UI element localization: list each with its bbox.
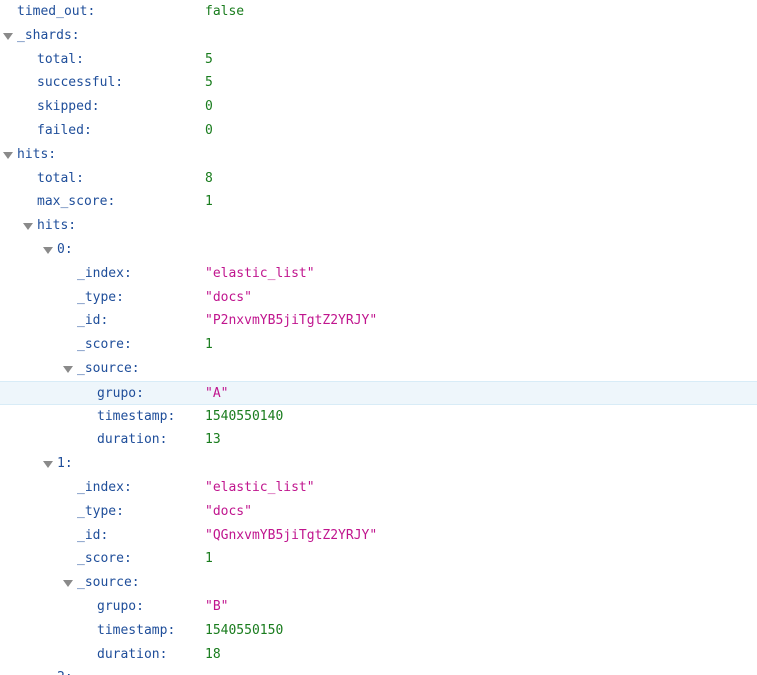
json-key[interactable]: _source:	[77, 571, 140, 595]
json-key: successful:	[37, 75, 124, 91]
json-row-hits-array[interactable]: hits:	[0, 214, 757, 238]
json-value: "B"	[205, 598, 229, 614]
json-value: "elastic_list"	[205, 479, 315, 495]
collapse-arrow-icon[interactable]	[63, 580, 73, 588]
json-value: false	[205, 4, 245, 19]
json-row-shards-failed: failed: 0	[0, 119, 757, 143]
json-value: 1540550140	[205, 408, 284, 424]
json-value: "docs"	[205, 289, 252, 305]
collapse-arrow-icon[interactable]	[23, 223, 33, 231]
json-row-hits-total: total: 8	[0, 167, 757, 191]
json-value: 0	[205, 122, 213, 138]
json-key[interactable]: 2:	[57, 666, 73, 675]
json-row-hit-1-index: _index: "elastic_list"	[0, 476, 757, 500]
json-row-hit-1-grupo: grupo: "B"	[0, 595, 757, 619]
json-row-shards-total: total: 5	[0, 48, 757, 72]
json-key: duration:	[97, 432, 168, 448]
json-value: "A"	[205, 385, 229, 401]
json-row-hit-0[interactable]: 0:	[0, 238, 757, 262]
json-row-hit-0-type: _type: "docs"	[0, 286, 757, 310]
json-row-hit-0-grupo: grupo: "A"	[0, 380, 757, 405]
json-row-hit-1-timestamp: timestamp: 1540550150	[0, 619, 757, 643]
json-row-timed-out: timed_out: false	[0, 0, 757, 24]
json-key: timestamp:	[97, 408, 176, 424]
json-key: total:	[37, 170, 84, 186]
json-value: 18	[205, 646, 221, 662]
json-value: 0	[205, 99, 213, 115]
json-key[interactable]: _source:	[77, 357, 140, 381]
json-value: 8	[205, 170, 213, 186]
json-row-hit-0-timestamp: timestamp: 1540550140	[0, 405, 757, 429]
json-viewer: timed_out: false _shards: total: 5 successful…	[0, 0, 757, 675]
json-key: skipped:	[37, 99, 100, 115]
json-row-hit-1-duration: duration: 18	[0, 643, 757, 667]
collapse-arrow-icon[interactable]	[63, 365, 73, 373]
json-value: 1540550150	[205, 622, 284, 638]
json-key: grupo:	[97, 385, 144, 401]
json-row-shards-successful: successful: 5	[0, 71, 757, 95]
json-value: 1	[205, 551, 213, 567]
json-row-hit-1-type: _type: "docs"	[0, 500, 757, 524]
json-key: failed:	[37, 122, 92, 138]
json-value: 5	[205, 75, 213, 91]
json-key: max_score:	[37, 194, 116, 210]
json-key: _index:	[77, 479, 132, 495]
json-row-hit-0-duration: duration: 13	[0, 428, 757, 452]
json-value: 5	[205, 51, 213, 67]
collapse-arrow-icon[interactable]	[3, 32, 13, 40]
json-key: timestamp:	[97, 622, 176, 638]
json-value: "elastic_list"	[205, 265, 315, 281]
json-key: _type:	[77, 289, 124, 305]
json-row-hit-0-source[interactable]: _source:	[0, 357, 757, 381]
json-value: 1	[205, 194, 213, 210]
json-value: "docs"	[205, 503, 252, 519]
json-row-shards[interactable]: _shards:	[0, 24, 757, 48]
json-row-hit-0-score: _score: 1	[0, 333, 757, 357]
json-key: grupo:	[97, 598, 144, 614]
collapse-arrow-icon[interactable]	[43, 246, 53, 254]
json-value: "QGnxvmYB5jiTgtZ2YRJY"	[205, 527, 378, 543]
json-row-hit-1-source[interactable]: _source:	[0, 571, 757, 595]
json-row-hits[interactable]: hits:	[0, 143, 757, 167]
json-key[interactable]: hits:	[17, 143, 56, 167]
json-value: 13	[205, 432, 221, 448]
json-row-hit-1[interactable]: 1:	[0, 452, 757, 476]
json-key[interactable]: 1:	[57, 452, 73, 476]
json-key: _id:	[77, 313, 109, 329]
json-key: _type:	[77, 503, 124, 519]
json-key: duration:	[97, 646, 168, 662]
json-value: 1	[205, 337, 213, 353]
json-key: _score:	[77, 337, 132, 353]
json-key: _id:	[77, 527, 109, 543]
json-key: timed_out:	[17, 4, 96, 19]
json-key[interactable]: 0:	[57, 238, 73, 262]
json-key[interactable]: _shards:	[17, 24, 80, 48]
json-key: _index:	[77, 265, 132, 281]
collapse-arrow-icon[interactable]	[3, 151, 13, 159]
json-row-hits-max-score: max_score: 1	[0, 190, 757, 214]
json-row-shards-skipped: skipped: 0	[0, 95, 757, 119]
json-row-hit-2[interactable]: 2:	[0, 666, 757, 675]
json-key[interactable]: hits:	[37, 214, 76, 238]
json-row-hit-0-id: _id: "P2nxvmYB5jiTgtZ2YRJY"	[0, 309, 757, 333]
json-key: _score:	[77, 551, 132, 567]
json-row-hit-1-score: _score: 1	[0, 547, 757, 571]
json-value: "P2nxvmYB5jiTgtZ2YRJY"	[205, 313, 378, 329]
json-row-hit-1-id: _id: "QGnxvmYB5jiTgtZ2YRJY"	[0, 524, 757, 548]
json-row-hit-0-index: _index: "elastic_list"	[0, 262, 757, 286]
collapse-arrow-icon[interactable]	[43, 461, 53, 469]
json-key: total:	[37, 51, 84, 67]
